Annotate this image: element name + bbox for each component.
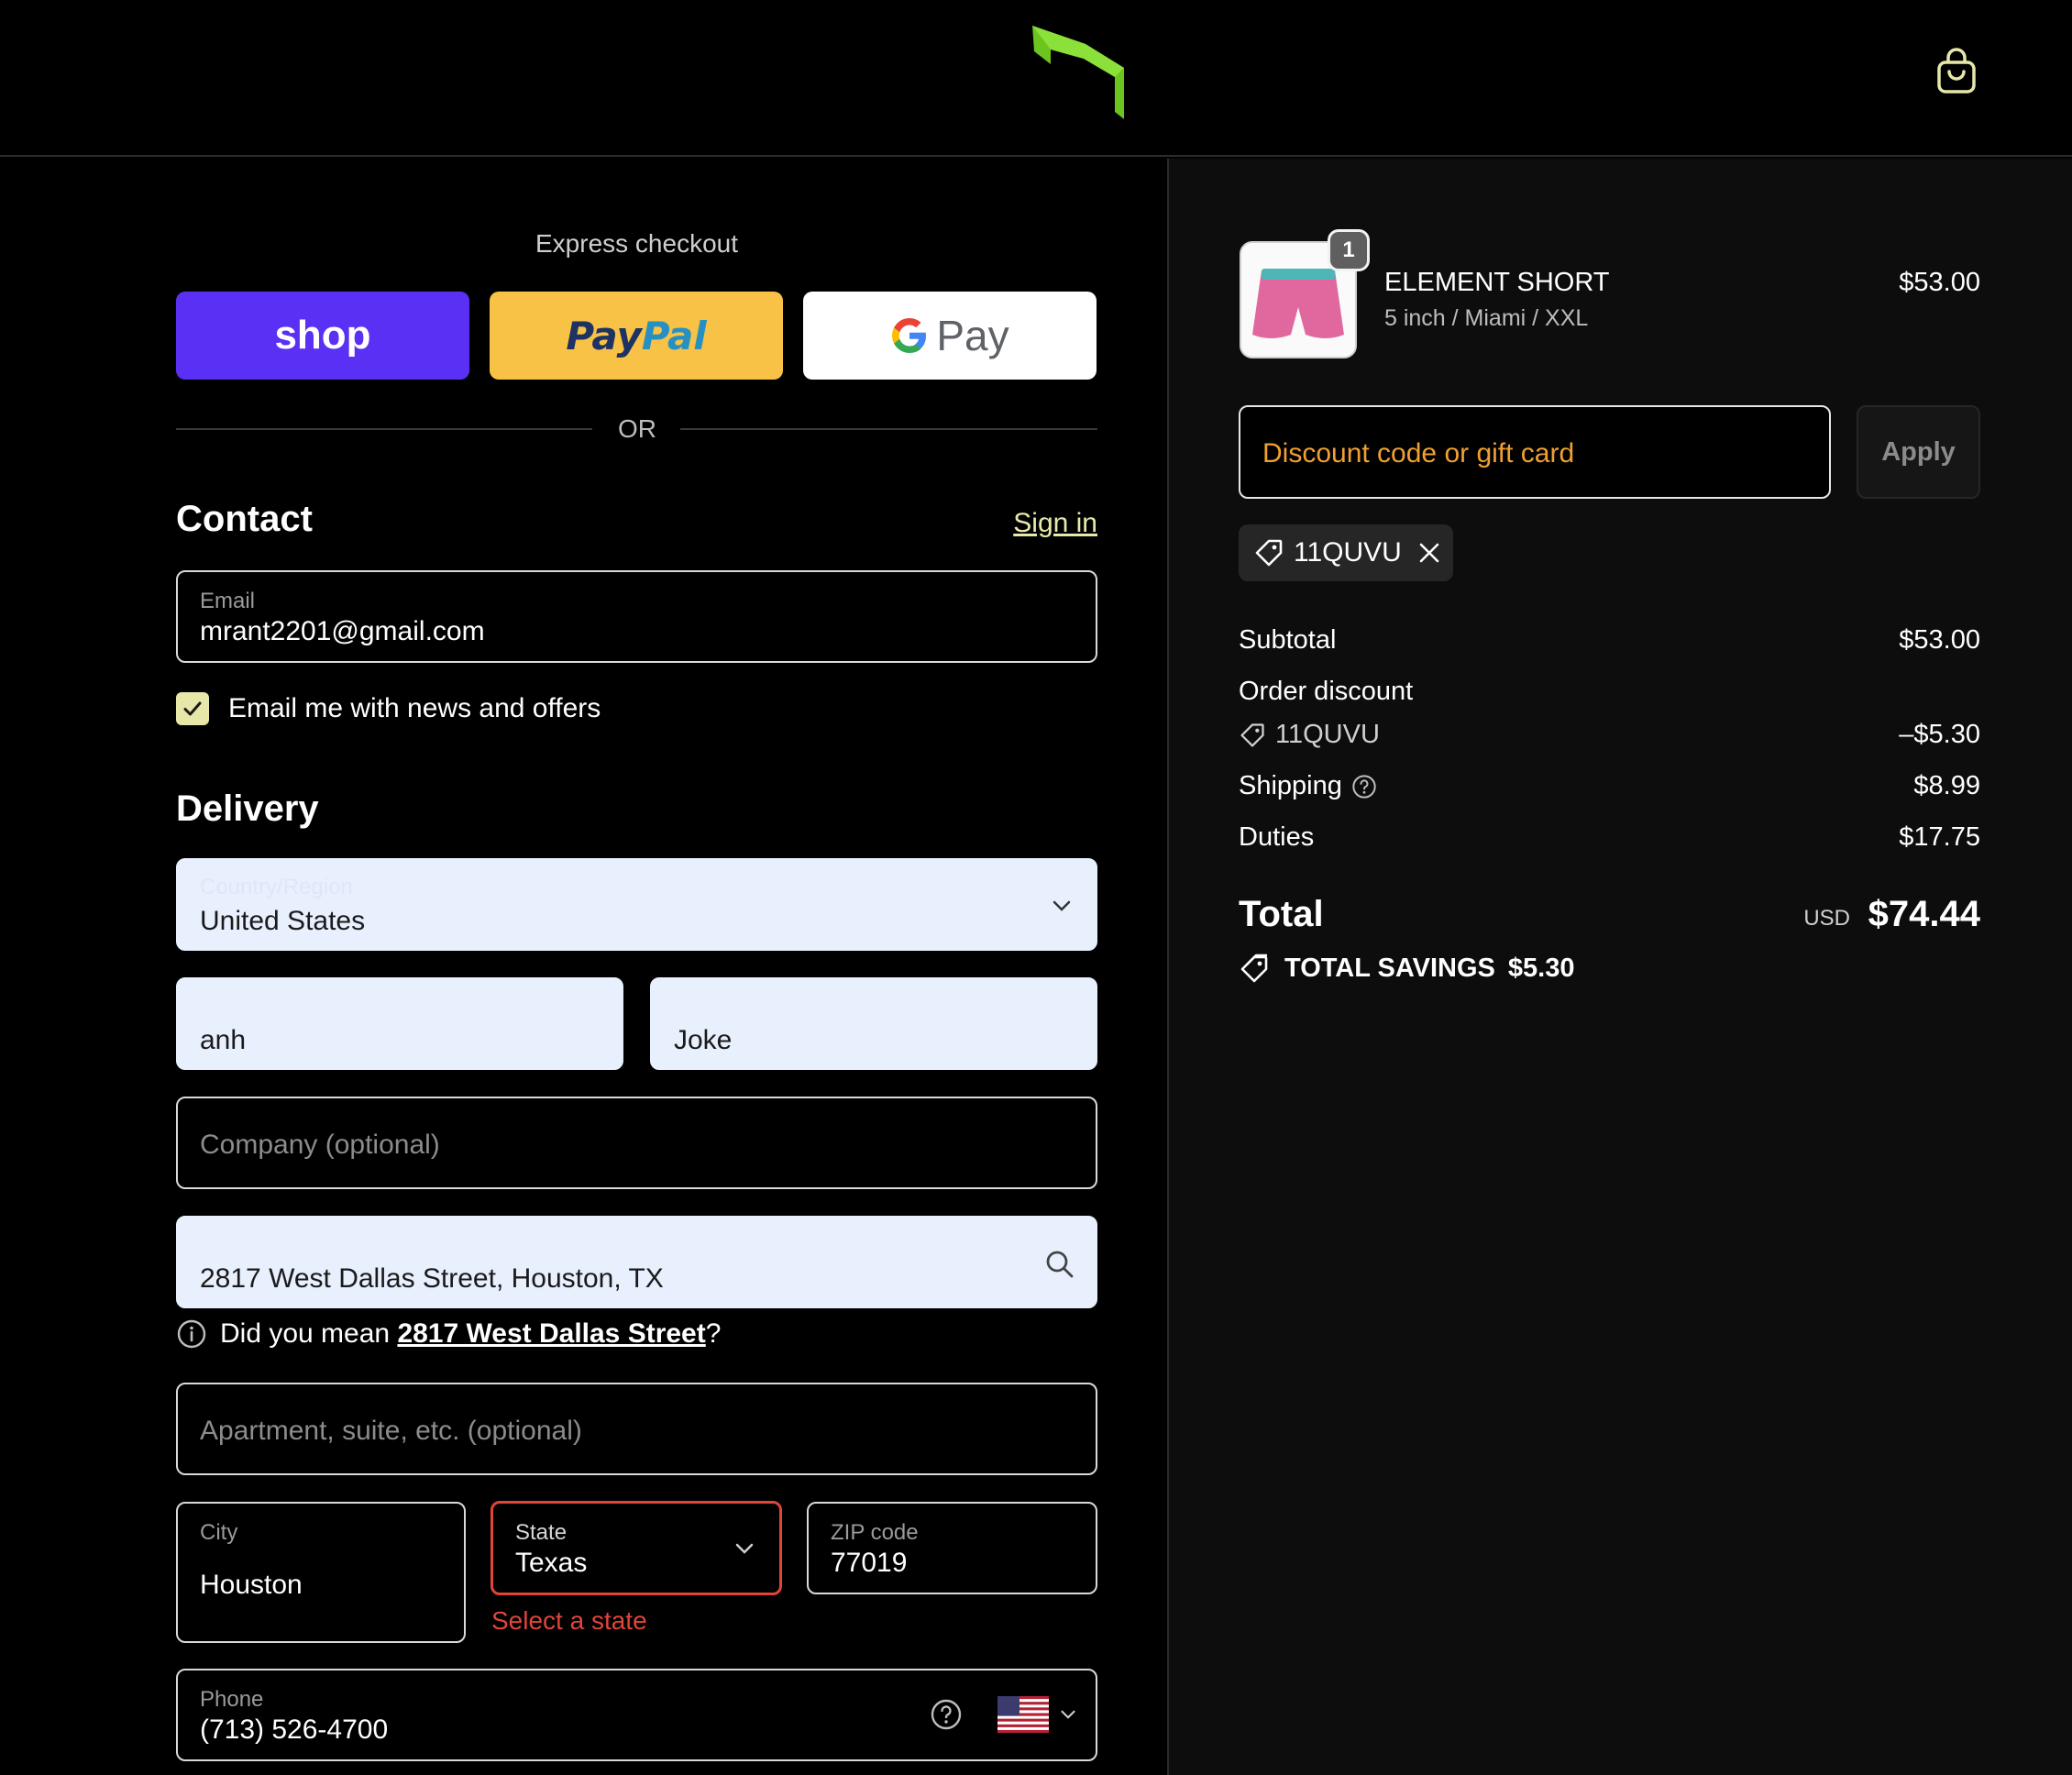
- google-g-icon: [892, 318, 927, 353]
- express-checkout-title: Express checkout: [535, 229, 738, 258]
- zip-value[interactable]: 77019: [831, 1548, 907, 1579]
- help-icon[interactable]: [1351, 774, 1377, 799]
- discount-code-text: 11QUVU: [1275, 720, 1380, 749]
- country-select[interactable]: Country/Region United States: [176, 858, 1097, 951]
- zip-label: ZIP code: [831, 1520, 919, 1545]
- savings-label: TOTAL SAVINGS: [1284, 953, 1495, 983]
- delivery-title: Delivery: [176, 788, 319, 829]
- newsletter-label: Email me with news and offers: [228, 693, 601, 723]
- or-divider-label: OR: [618, 414, 656, 443]
- brand-logo-icon[interactable]: [1030, 24, 1124, 119]
- apply-button[interactable]: Apply: [1857, 405, 1980, 499]
- total-savings: TOTAL SAVINGS $5.30: [1239, 952, 1574, 985]
- order-discount-label: Order discount: [1239, 677, 1414, 706]
- discount-placeholder: Discount code or gift card: [1262, 438, 1575, 469]
- subtotal-label: Subtotal: [1239, 625, 1337, 655]
- suggested-address-link[interactable]: 2817 West Dallas Street: [397, 1318, 705, 1349]
- discount-code-row: 11QUVU: [1239, 720, 1380, 750]
- chevron-down-icon: [1061, 1710, 1075, 1719]
- shipping-value: $8.99: [1913, 771, 1980, 800]
- paypal-logo: PayPal: [566, 313, 707, 358]
- phone-label: Phone: [200, 1687, 264, 1712]
- last-name-field[interactable]: Joke: [650, 977, 1097, 1070]
- discount-value: –$5.30: [1899, 720, 1980, 749]
- shopping-bag-icon[interactable]: [1933, 48, 1980, 95]
- shipping-row: Shipping: [1239, 771, 1377, 801]
- email-value[interactable]: mrant2201@gmail.com: [200, 616, 485, 647]
- google-pay-logo: Pay: [890, 311, 1009, 360]
- product-variant: 5 inch / Miami / XXL: [1384, 305, 1589, 331]
- first-name-value[interactable]: anh: [200, 1025, 246, 1056]
- duties-value: $17.75: [1899, 822, 1980, 852]
- header: [0, 0, 2072, 157]
- shop-pay-label: shop: [274, 313, 371, 358]
- apartment-field[interactable]: Apartment, suite, etc. (optional): [176, 1383, 1097, 1475]
- total-currency: USD: [1803, 906, 1850, 931]
- phone-value[interactable]: (713) 526-4700: [200, 1714, 388, 1746]
- state-error-message: Select a state: [491, 1606, 647, 1635]
- email-label: Email: [200, 589, 256, 613]
- address-value[interactable]: 2817 West Dallas Street, Houston, TX: [200, 1263, 664, 1295]
- google-pay-button[interactable]: Pay: [803, 292, 1097, 380]
- checkmark-icon: [183, 701, 202, 716]
- applied-discount-chip: 11QUVU: [1239, 524, 1453, 581]
- tag-icon: [1240, 722, 1264, 747]
- tag-icon: [1255, 539, 1283, 567]
- sign-in-link[interactable]: Sign in: [972, 508, 1097, 539]
- first-name-field[interactable]: anh: [176, 977, 623, 1070]
- divider-left: [176, 428, 592, 430]
- product-price: $53.00: [1899, 268, 1980, 297]
- savings-value: $5.30: [1507, 953, 1575, 983]
- applied-code-label: 11QUVU: [1294, 537, 1402, 568]
- city-value[interactable]: Houston: [200, 1570, 303, 1601]
- us-flag-icon[interactable]: [997, 1696, 1049, 1733]
- suggestion-text: Did you mean 2817 West Dallas Street?: [220, 1318, 722, 1349]
- email-field[interactable]: Email mrant2201@gmail.com: [176, 570, 1097, 663]
- quantity-badge: 1: [1328, 229, 1370, 271]
- total-value: $74.44: [1868, 894, 1980, 934]
- divider-right: [680, 428, 1097, 430]
- info-icon: [177, 1319, 206, 1349]
- help-icon[interactable]: [930, 1698, 963, 1731]
- chevron-down-icon: [1053, 900, 1071, 911]
- close-icon[interactable]: [1416, 540, 1442, 566]
- last-name-value[interactable]: Joke: [674, 1025, 732, 1056]
- shipping-label: Shipping: [1239, 771, 1342, 800]
- country-label: Country/Region: [200, 875, 353, 899]
- total-label: Total: [1239, 894, 1324, 934]
- contact-title: Contact: [176, 499, 313, 539]
- savings-tag-icon: [1240, 954, 1268, 983]
- company-field[interactable]: Company (optional): [176, 1097, 1097, 1189]
- paypal-button[interactable]: PayPal: [490, 292, 783, 380]
- subtotal-value: $53.00: [1899, 625, 1980, 655]
- address-suggestion: Did you mean 2817 West Dallas Street?: [176, 1318, 721, 1350]
- duties-label: Duties: [1239, 822, 1315, 852]
- state-label: State: [515, 1520, 568, 1545]
- apartment-placeholder: Apartment, suite, etc. (optional): [200, 1416, 582, 1446]
- company-placeholder: Company (optional): [200, 1130, 440, 1160]
- address-field[interactable]: 2817 West Dallas Street, Houston, TX: [176, 1216, 1097, 1308]
- phone-field[interactable]: Phone (713) 526-4700: [176, 1669, 1097, 1761]
- zip-field[interactable]: ZIP code 77019: [807, 1502, 1097, 1594]
- shop-pay-button[interactable]: shop: [176, 292, 469, 380]
- search-icon[interactable]: [1044, 1249, 1075, 1280]
- state-select[interactable]: State Texas: [490, 1501, 782, 1595]
- discount-code-input[interactable]: Discount code or gift card: [1239, 405, 1831, 499]
- product-name: ELEMENT SHORT: [1384, 268, 1610, 297]
- country-value: United States: [200, 906, 366, 936]
- newsletter-checkbox[interactable]: [176, 692, 209, 725]
- state-value: Texas: [515, 1548, 588, 1578]
- city-field[interactable]: City Houston: [176, 1502, 466, 1643]
- chevron-down-icon: [735, 1543, 754, 1554]
- city-label: City: [200, 1520, 238, 1545]
